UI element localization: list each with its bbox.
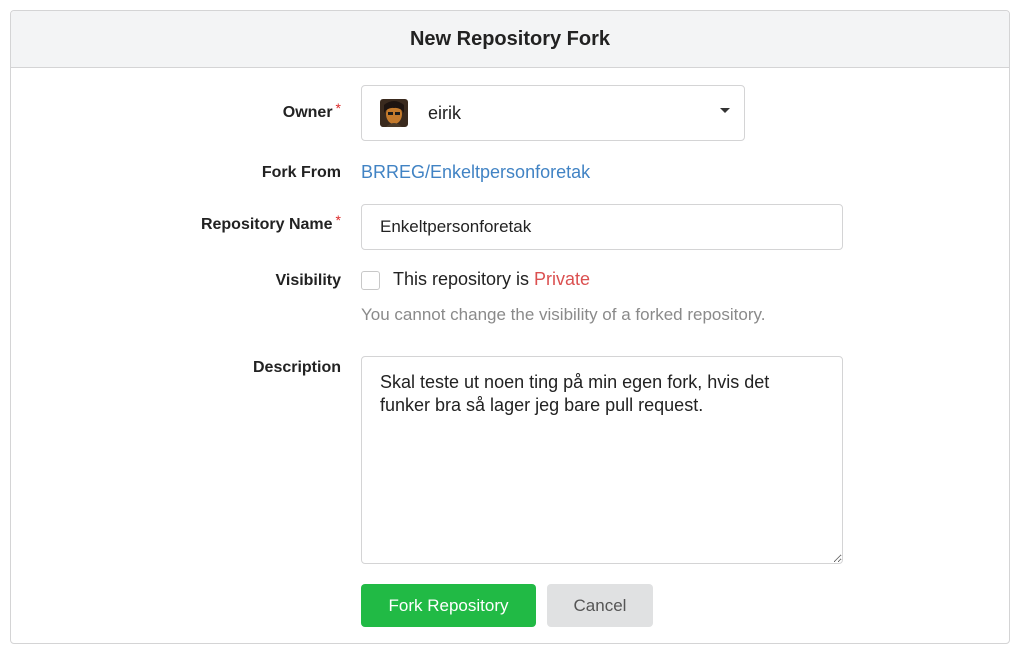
owner-value: eirik <box>428 102 462 123</box>
page-title: New Repository Fork <box>11 11 1009 68</box>
owner-label: Owner * <box>282 100 341 121</box>
fork-repository-button[interactable]: Fork Repository <box>361 584 536 627</box>
chevron-down-icon <box>720 108 730 113</box>
cancel-button[interactable]: Cancel <box>547 584 653 627</box>
required-marker: * <box>335 212 341 228</box>
fork-from-label: Fork From <box>261 164 341 181</box>
description-label: Description <box>252 359 341 376</box>
visibility-help-text: You cannot change the visibility of a fo… <box>361 305 766 324</box>
private-checkbox[interactable] <box>361 271 380 290</box>
required-marker: * <box>335 100 341 116</box>
owner-dropdown[interactable]: eirik <box>361 85 745 141</box>
description-textarea[interactable]: Skal teste ut noen ting på min egen fork… <box>361 356 843 564</box>
fork-from-link[interactable]: BRREG/Enkeltpersonforetak <box>361 162 590 183</box>
repository-name-label: Repository Name * <box>200 212 341 233</box>
private-keyword: Private <box>534 269 591 289</box>
user-avatar-icon <box>380 99 408 127</box>
private-checkbox-label[interactable]: This repository is Private <box>393 269 590 290</box>
visibility-label: Visibility <box>275 272 341 289</box>
fork-form-panel: New Repository Fork Owner * eirik Fork Fr… <box>10 10 1010 644</box>
repository-name-input[interactable] <box>361 204 843 250</box>
